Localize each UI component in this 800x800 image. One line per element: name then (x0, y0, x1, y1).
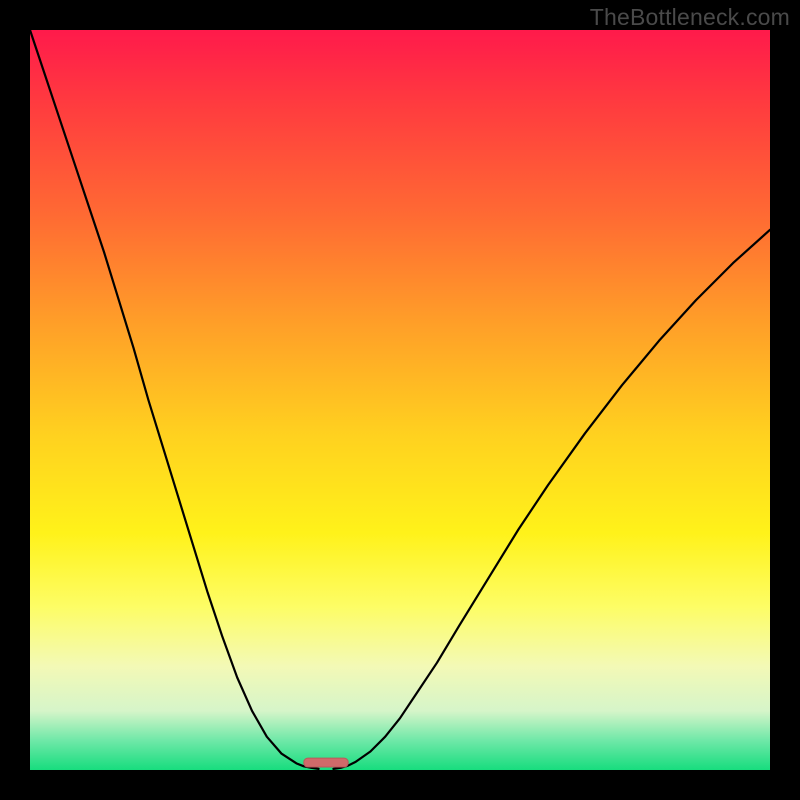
minimum-marker (304, 758, 348, 767)
watermark-text: TheBottleneck.com (590, 4, 790, 31)
chart-svg (30, 30, 770, 770)
chart-frame: TheBottleneck.com (0, 0, 800, 800)
curve-right (333, 230, 770, 769)
plot-area (30, 30, 770, 770)
curve-left (30, 30, 319, 769)
